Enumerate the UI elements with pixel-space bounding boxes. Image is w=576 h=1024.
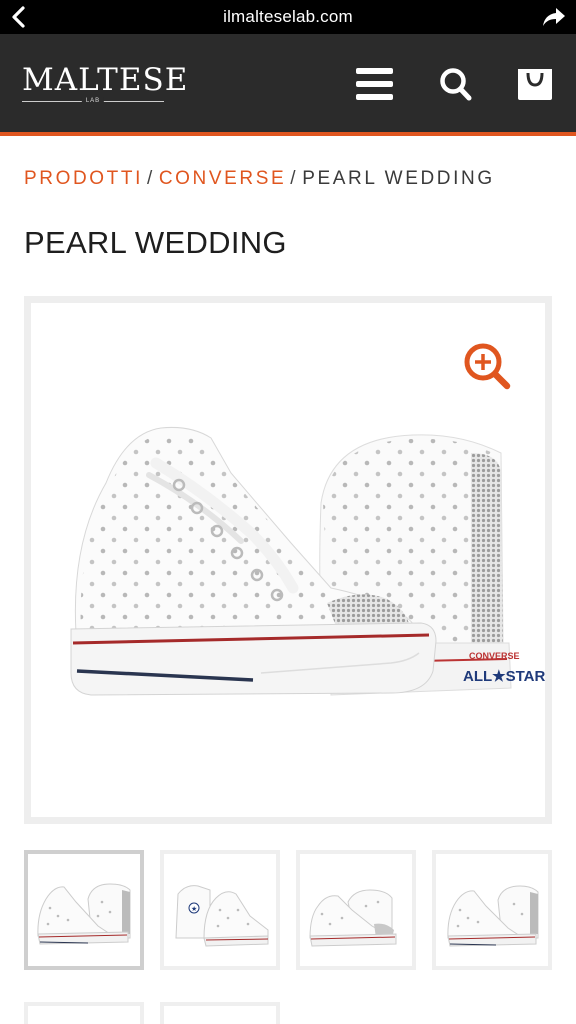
logo-wordmark: MALTESE	[22, 62, 189, 98]
sneaker-thumbnail-image	[309, 889, 397, 947]
thumbnail-4[interactable]	[432, 850, 552, 970]
url-text[interactable]: ilmalteselab.com	[0, 7, 576, 27]
shopping-bag-icon[interactable]	[516, 64, 554, 104]
menu-button[interactable]	[356, 64, 394, 104]
zoom-in-icon[interactable]	[462, 341, 512, 391]
thumbnail-6[interactable]	[160, 1002, 280, 1024]
breadcrumb: PRODOTTI / CONVERSE / PEARL WEDDING	[24, 168, 495, 190]
breadcrumb-link-converse[interactable]: CONVERSE	[159, 168, 286, 189]
breadcrumb-separator: /	[290, 168, 299, 189]
svg-text:CONVERSE: CONVERSE	[469, 651, 520, 661]
share-arrow-icon[interactable]	[542, 6, 566, 28]
svg-text:ALL★STAR: ALL★STAR	[463, 668, 545, 685]
svg-text:★: ★	[191, 905, 197, 913]
header-accent-line	[0, 132, 576, 136]
thumbnail-1[interactable]	[24, 850, 144, 970]
thumbnail-2[interactable]: ★	[160, 850, 280, 970]
search-icon[interactable]	[438, 64, 474, 104]
browser-url-bar: ilmalteselab.com	[0, 0, 576, 34]
breadcrumb-current: PEARL WEDDING	[302, 168, 495, 189]
thumbnail-5[interactable]	[24, 1002, 144, 1024]
thumbnail-3[interactable]	[296, 850, 416, 970]
logo-sub: LAB	[22, 97, 164, 105]
product-main-image[interactable]: CONVERSE ALL★STAR	[24, 296, 552, 824]
sneaker-thumbnail-image: ★	[175, 885, 269, 947]
sneaker-thumbnail-image	[447, 885, 539, 947]
hamburger-icon	[356, 68, 393, 74]
sneaker-thumbnail-image	[37, 883, 131, 945]
breadcrumb-separator: /	[146, 168, 155, 189]
breadcrumb-link-prodotti[interactable]: PRODOTTI	[24, 168, 143, 189]
page-title: PEARL WEDDING	[24, 225, 287, 260]
site-header: MALTESE LAB	[0, 34, 576, 136]
site-logo[interactable]: MALTESE LAB	[22, 62, 189, 105]
